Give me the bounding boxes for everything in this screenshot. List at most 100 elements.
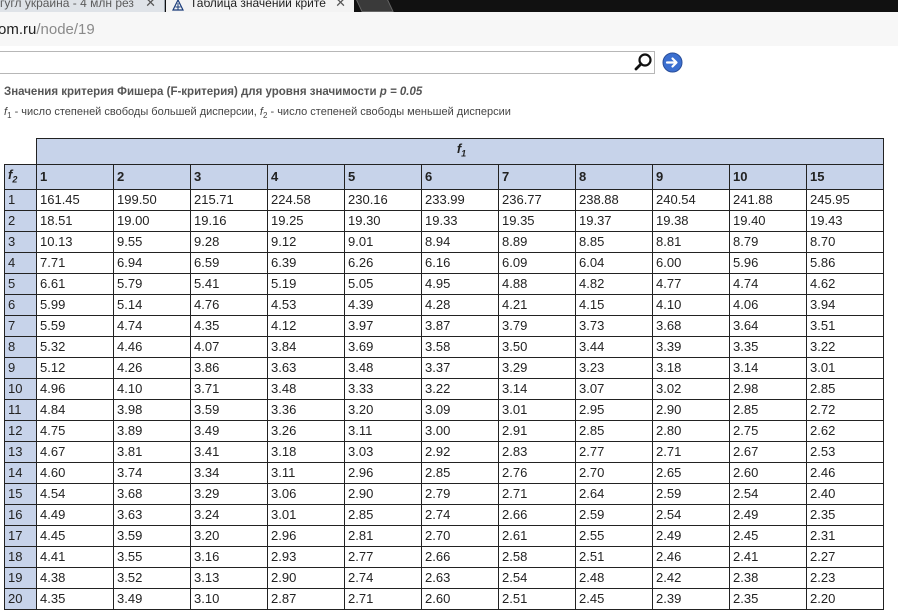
table-cell: 2.53	[806, 441, 884, 464]
url-path: /node/19	[36, 21, 95, 38]
table-row: 12 4.75 3.89 3.49 3.26 3.11 3.00 2.91 2.85 2.80 2.…	[4, 420, 884, 443]
table-cell: 3.09	[421, 399, 499, 422]
browser-tab-active[interactable]: Таблица значений крите ✕	[166, 0, 354, 12]
table-cell: 3.94	[806, 294, 884, 317]
row-header: 7	[4, 315, 37, 338]
table-cell: 3.73	[575, 315, 653, 338]
table-cell: 3.50	[498, 336, 576, 359]
table-cell: 8.81	[652, 231, 730, 254]
close-icon[interactable]: ✕	[335, 0, 346, 12]
table-cell: 3.03	[344, 441, 422, 464]
table-cell: 2.49	[729, 504, 807, 527]
table-cell: 3.58	[421, 336, 499, 359]
table-cell: 2.27	[806, 546, 884, 569]
table-cell: 2.98	[729, 378, 807, 401]
column-header: 4	[267, 163, 345, 191]
table-row: 5 6.61 5.79 5.41 5.19 5.05 4.95 4.88 4.82 4.77 4.7…	[4, 273, 884, 296]
table-cell: 3.10	[190, 588, 268, 611]
table-cell: 19.35	[498, 210, 576, 233]
table-cell: 2.71	[344, 588, 422, 611]
search-input[interactable]	[0, 51, 655, 74]
row-header: 1	[4, 189, 37, 212]
table-cell: 3.79	[498, 315, 576, 338]
table-cell: 2.95	[575, 399, 653, 422]
table-cell: 4.35	[36, 588, 114, 611]
table-cell: 2.62	[806, 420, 884, 443]
table-row: 11 4.84 3.98 3.59 3.36 3.20 3.09 3.01 2.95 2.90 2.…	[4, 399, 884, 422]
tab-title: гугл украина - 4 млн рез	[0, 0, 134, 10]
table-cell: 3.49	[113, 588, 191, 611]
table-cell: 2.85	[421, 462, 499, 485]
table-row: 16 4.49 3.63 3.24 3.01 2.85 2.74 2.66 2.59 2.54 2.…	[4, 504, 884, 527]
table-cell: 4.88	[498, 273, 576, 296]
table-cell: 3.97	[344, 315, 422, 338]
magnifier-icon[interactable]	[634, 52, 654, 72]
table-cell: 4.06	[729, 294, 807, 317]
table-cell: 8.89	[498, 231, 576, 254]
table-row: 1 161.45 199.50 215.71 224.58 230.16 233.99 236…	[4, 189, 884, 212]
row-header: 15	[4, 483, 37, 506]
column-header: 6	[421, 163, 499, 191]
table-cell: 3.87	[421, 315, 499, 338]
table-cell: 8.70	[806, 231, 884, 254]
table-cell: 3.00	[421, 420, 499, 443]
new-tab-button[interactable]	[354, 0, 394, 12]
table-cell: 9.55	[113, 231, 191, 254]
row-header: 20	[4, 588, 37, 611]
table-cell: 2.72	[806, 399, 884, 422]
table-cell: 2.46	[806, 462, 884, 485]
table-cell: 2.51	[498, 588, 576, 611]
table-cell: 2.71	[652, 441, 730, 464]
row-header: 3	[4, 231, 37, 254]
table-row: 2 18.51 19.00 19.16 19.25 19.30 19.33 19.35 19.3…	[4, 210, 884, 233]
column-header: 1	[36, 163, 114, 191]
table-cell: 3.81	[113, 441, 191, 464]
browser-tab-1[interactable]: гугл украина - 4 млн рез ✕	[0, 0, 165, 12]
column-header: 5	[344, 163, 422, 191]
table-cell: 18.51	[36, 210, 114, 233]
table-cell: 5.96	[729, 252, 807, 275]
table-cell: 2.31	[806, 525, 884, 548]
table-row: 8 5.32 4.46 4.07 3.84 3.69 3.58 3.50 3.44 3.39 3.3…	[4, 336, 884, 359]
table-cell: 19.38	[652, 210, 730, 233]
table-cell: 2.60	[421, 588, 499, 611]
table-cell: 2.71	[498, 483, 576, 506]
table-cell: 10.13	[36, 231, 114, 254]
table-cell: 5.05	[344, 273, 422, 296]
table-cell: 2.96	[267, 525, 345, 548]
table-cell: 2.85	[344, 504, 422, 527]
url-domain: om.ru	[0, 21, 37, 38]
arrow-right-circle-icon[interactable]	[662, 52, 683, 73]
table-cell: 4.74	[729, 273, 807, 296]
table-cell: 3.13	[190, 567, 268, 590]
table-cell: 2.64	[575, 483, 653, 506]
table-cell: 4.67	[36, 441, 114, 464]
table-cell: 2.48	[575, 567, 653, 590]
f2-row-header: f2	[4, 163, 37, 191]
row-header: 14	[4, 462, 37, 485]
table-cell: 2.85	[575, 420, 653, 443]
close-icon[interactable]: ✕	[145, 0, 156, 12]
table-cell: 2.45	[729, 525, 807, 548]
table-cell: 2.70	[421, 525, 499, 548]
table-cell: 224.58	[267, 189, 345, 212]
table-cell: 3.64	[729, 315, 807, 338]
table-row: 13 4.67 3.81 3.41 3.18 3.03 2.92 2.83 2.77 2.71 2.…	[4, 441, 884, 464]
table-cell: 3.24	[190, 504, 268, 527]
address-bar[interactable]: om.ru/node/19	[0, 12, 898, 47]
table-cell: 2.92	[421, 441, 499, 464]
f1-description: - число степеней свободы большей дисперс…	[11, 106, 260, 118]
table-cell: 3.29	[190, 483, 268, 506]
url-text[interactable]: om.ru/node/19	[0, 21, 95, 38]
table-cell: 2.74	[421, 504, 499, 527]
table-cell: 3.18	[652, 357, 730, 380]
table-cell: 4.46	[113, 336, 191, 359]
table-cell: 4.49	[36, 504, 114, 527]
table-cell: 4.54	[36, 483, 114, 506]
table-cell: 6.59	[190, 252, 268, 275]
table-row: 10 4.96 4.10 3.71 3.48 3.33 3.22 3.14 3.07 3.02 2.…	[4, 378, 884, 401]
table-cell: 2.59	[575, 504, 653, 527]
row-header: 12	[4, 420, 37, 443]
table-cell: 2.81	[344, 525, 422, 548]
column-header: 2	[113, 163, 191, 191]
